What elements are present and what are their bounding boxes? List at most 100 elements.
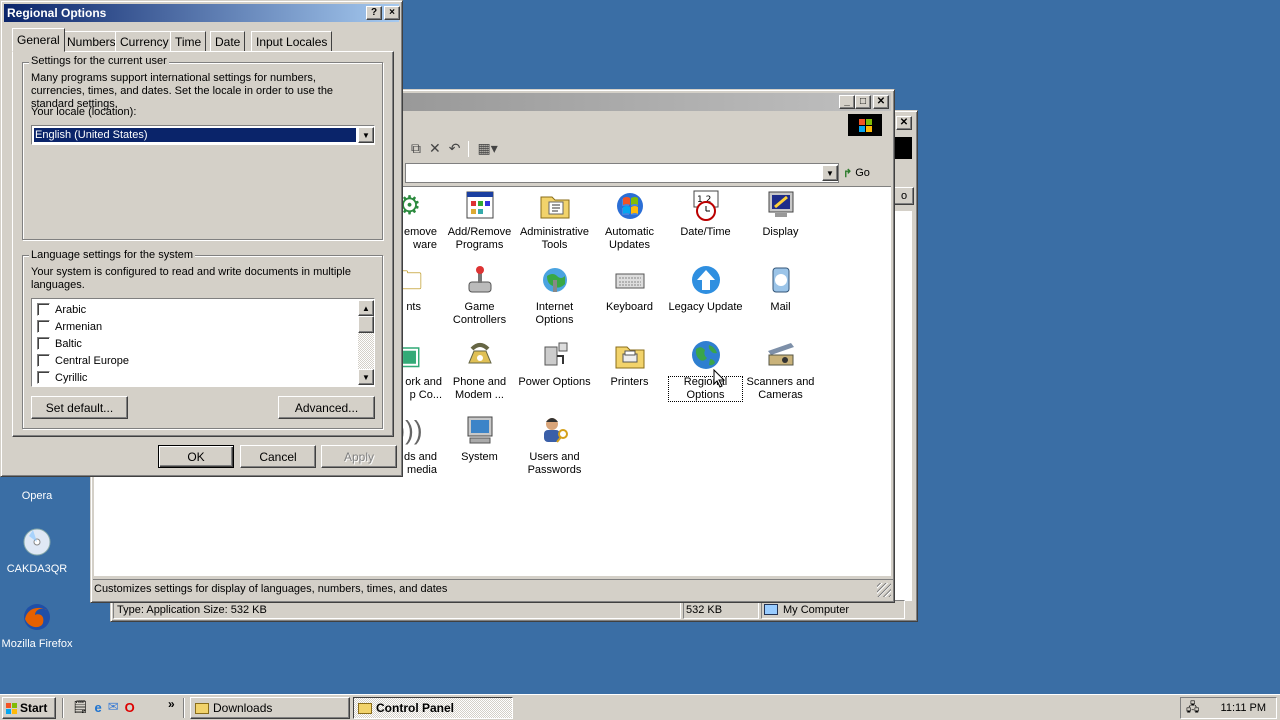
regional-options-dialog: Regional Options ? × General Numbers Cur…: [0, 0, 403, 477]
cp-item-add-remove-programs[interactable]: Add/Remove Programs: [442, 188, 517, 252]
power-options-icon: [537, 338, 573, 372]
cp-item-date-time[interactable]: 1 2 Date/Time: [668, 188, 743, 239]
desktop-icon-label: Mozilla Firefox: [1, 638, 73, 650]
system-tray: 🖧 11:11 PM: [1180, 697, 1277, 719]
show-desktop-icon[interactable]: 🗒: [72, 699, 89, 715]
network-tray-icon[interactable]: 🖧: [1186, 698, 1199, 719]
cp-item-phone-modem[interactable]: Phone and Modem ...: [442, 338, 517, 402]
cp-item-users-passwords[interactable]: Users and Passwords: [517, 413, 592, 477]
set-default-button[interactable]: Set default...: [31, 396, 128, 419]
cancel-button[interactable]: Cancel: [240, 445, 316, 468]
windows-logo-icon: [6, 702, 17, 714]
scroll-thumb[interactable]: [358, 316, 374, 333]
cd-icon: [20, 525, 54, 559]
taskbar: Start 🗒 e ✉ O » Downloads Control Panel …: [0, 694, 1280, 720]
tab-currency[interactable]: Currency: [115, 31, 174, 51]
dialog-title: Regional Options: [7, 6, 107, 20]
cp-item-grid: ⚙ emove ware Add/Remove Programs Administ…: [372, 188, 822, 488]
cp-item-display[interactable]: Display: [743, 188, 818, 239]
cp-item-administrative-tools[interactable]: Administrative Tools: [517, 188, 592, 252]
language-item-baltic[interactable]: Baltic: [33, 335, 355, 352]
explorer-go-button[interactable]: o: [894, 187, 914, 205]
opera-quicklaunch-icon[interactable]: O: [125, 700, 135, 715]
tab-input-locales[interactable]: Input Locales: [251, 31, 333, 51]
cp-maximize-button[interactable]: □: [855, 95, 871, 109]
undo-icon[interactable]: ↶: [449, 140, 461, 157]
checkbox[interactable]: [37, 320, 50, 333]
language-item-armenian[interactable]: Armenian: [33, 318, 355, 335]
language-item-central-europe[interactable]: Central Europe: [33, 352, 355, 369]
cp-item-legacy-update[interactable]: Legacy Update: [668, 263, 743, 314]
scroll-down-icon[interactable]: ▼: [358, 369, 374, 385]
automatic-updates-icon: [612, 188, 648, 222]
cp-item-mail[interactable]: Mail: [743, 263, 818, 314]
cp-item-regional-options[interactable]: Regional Options: [668, 338, 743, 402]
windows-logo-icon: [858, 118, 872, 132]
clock: 11:11 PM: [1220, 702, 1266, 714]
date-time-icon: 1 2: [688, 188, 724, 222]
display-icon: [763, 188, 799, 222]
checkbox[interactable]: [37, 337, 50, 350]
resize-grip-icon[interactable]: [877, 583, 891, 597]
apply-button[interactable]: Apply: [321, 445, 397, 468]
internet-options-icon: [537, 263, 573, 297]
chevron-down-icon[interactable]: ▼: [358, 127, 374, 143]
scanners-cameras-icon: [763, 338, 799, 372]
task-downloads[interactable]: Downloads: [190, 697, 350, 719]
views-icon[interactable]: ▦▾: [477, 140, 497, 157]
cp-item-automatic-updates[interactable]: Automatic Updates: [592, 188, 667, 252]
start-button[interactable]: Start: [2, 697, 56, 719]
cp-address-field[interactable]: [405, 163, 839, 183]
move-to-icon[interactable]: ⧉: [411, 140, 421, 157]
explorer-close-button[interactable]: ✕: [896, 116, 912, 130]
help-button[interactable]: ?: [366, 6, 382, 20]
cp-go-button[interactable]: ↱ Go: [843, 163, 887, 183]
user-settings-group-label: Settings for the current user: [29, 55, 169, 67]
explorer-throbber: [894, 137, 912, 159]
tab-general[interactable]: General: [12, 28, 65, 52]
legacy-update-icon: [688, 263, 724, 297]
mail-icon: [763, 263, 799, 297]
cp-close-button[interactable]: ✕: [873, 95, 889, 109]
cp-item-printers[interactable]: Printers: [592, 338, 667, 389]
internet-explorer-icon[interactable]: e: [95, 700, 102, 715]
language-item-arabic[interactable]: Arabic: [33, 301, 355, 318]
cp-item-keyboard[interactable]: Keyboard: [592, 263, 667, 314]
cp-minimize-button[interactable]: _: [839, 95, 855, 109]
close-button[interactable]: ×: [384, 6, 400, 20]
tab-numbers[interactable]: Numbers: [62, 31, 121, 51]
advanced-button[interactable]: Advanced...: [278, 396, 375, 419]
regional-options-icon: [688, 338, 724, 372]
ok-button[interactable]: OK: [158, 445, 234, 468]
language-list-items: Arabic Armenian Baltic Central Europe Cy…: [33, 301, 355, 386]
cp-item-scanners-cameras[interactable]: Scanners and Cameras: [743, 338, 818, 402]
delete-icon[interactable]: ✕: [429, 140, 441, 157]
language-item-cyrillic[interactable]: Cyrillic: [33, 369, 355, 386]
windows-logo-throbber: [848, 114, 882, 136]
scroll-up-icon[interactable]: ▲: [358, 300, 374, 316]
taskbar-separator: [62, 698, 64, 718]
system-language-description: Your system is configured to read and wr…: [31, 266, 351, 291]
task-control-panel[interactable]: Control Panel: [353, 697, 513, 719]
cp-item-power-options[interactable]: Power Options: [517, 338, 592, 389]
checkbox[interactable]: [37, 371, 50, 384]
cp-item-game-controllers[interactable]: Game Controllers: [442, 263, 517, 327]
desktop-icon-firefox[interactable]: Mozilla Firefox: [0, 600, 74, 650]
tab-date[interactable]: Date: [210, 31, 246, 51]
explorer-content-edge: [894, 211, 912, 601]
language-list-scrollbar[interactable]: ▲ ▼: [358, 300, 374, 385]
checkbox[interactable]: [37, 354, 50, 367]
cp-address-dropdown-button[interactable]: ▼: [822, 165, 838, 181]
control-panel-icon: [358, 702, 372, 714]
cp-item-internet-options[interactable]: Internet Options: [517, 263, 592, 327]
tab-time[interactable]: Time: [170, 31, 207, 51]
game-controllers-icon: [462, 263, 498, 297]
checkbox[interactable]: [37, 303, 50, 316]
quick-launch-overflow-icon[interactable]: »: [168, 697, 175, 711]
desktop-icon-cakda3qr[interactable]: CAKDA3QR: [0, 525, 74, 575]
outlook-express-icon[interactable]: ✉: [108, 699, 119, 715]
locale-select[interactable]: English (United States) ▼: [31, 125, 375, 145]
cp-item-system[interactable]: System: [442, 413, 517, 464]
system-icon: [462, 413, 498, 447]
dialog-title-bar[interactable]: Regional Options: [4, 4, 399, 22]
